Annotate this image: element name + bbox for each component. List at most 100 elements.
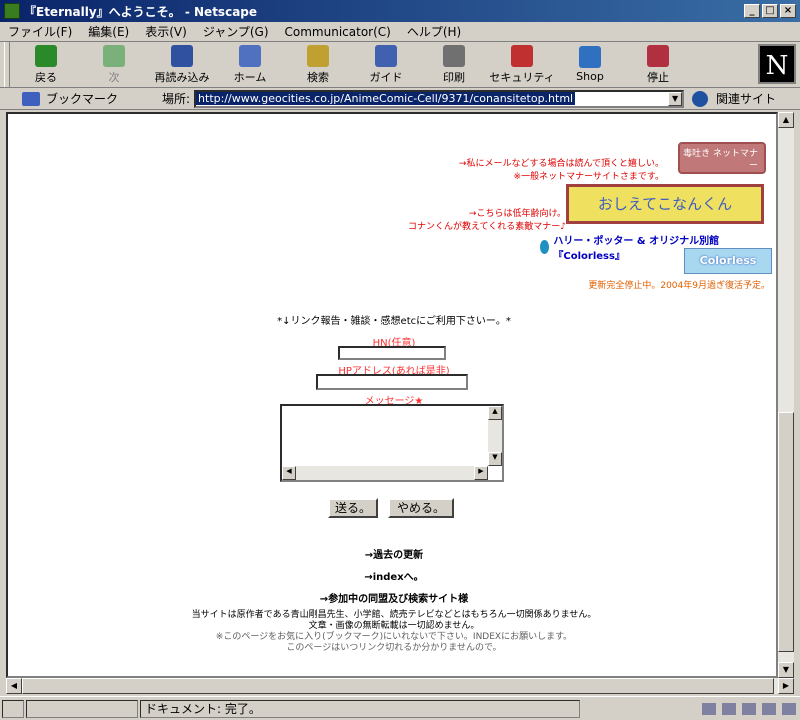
close-button[interactable]: × xyxy=(780,4,796,18)
disclaimer: 当サイトは原作者である青山剛昌先生、小学館、読売テレビなどとはもちろん一切関係あ… xyxy=(8,610,776,654)
index-link[interactable]: →indexへ。 xyxy=(8,568,776,583)
title-bar: 『Eternally』へようこそ。 - Netscape _ □ × xyxy=(0,0,800,22)
window-title: 『Eternally』へようこそ。 - Netscape xyxy=(24,4,258,19)
alliance-link[interactable]: →参加中の同盟及び検索サイト様 xyxy=(8,590,776,605)
oshiete-conan-banner[interactable]: おしえてこなんくん xyxy=(566,184,764,224)
url-dropdown-arrow-icon[interactable]: ▼ xyxy=(668,91,683,106)
menu-bar: ファイル(F) 編集(E) 表示(V) ジャンプ(G) Communicator… xyxy=(0,22,800,42)
print-icon xyxy=(443,44,465,67)
scroll-up-icon[interactable]: ▲ xyxy=(778,112,794,128)
hn-input[interactable] xyxy=(338,346,446,360)
location-bar: ブックマーク 場所: http://www.geocities.co.jp/An… xyxy=(0,88,800,110)
vertical-scroll-thumb[interactable] xyxy=(778,412,794,652)
bookmarks-button[interactable]: ブックマーク xyxy=(22,90,162,107)
security-lock-icon[interactable] xyxy=(2,699,24,718)
toolbar-grip[interactable] xyxy=(4,42,10,87)
status-bar: ドキュメント: 完了。 xyxy=(0,696,800,720)
guide-button[interactable]: ガイド xyxy=(352,42,420,87)
message-textarea[interactable]: ▲ ▼ ◀ ▶ xyxy=(280,404,504,482)
status-text: ドキュメント: 完了。 xyxy=(140,699,580,718)
scroll-left-icon[interactable]: ◀ xyxy=(6,678,22,694)
print-label: 印刷 xyxy=(443,70,465,84)
form-intro: *↓リンク報告・雑談・感想etcにご利用下さいー。* xyxy=(277,316,511,327)
disclaimer-line4: このページはいつリンク切れるか分かりませんので。 xyxy=(286,643,502,653)
print-button[interactable]: 印刷 xyxy=(420,42,488,87)
disclaimer-line3: ※このページをお気に入り(ブックマーク)にいれないで下さい。INDEXにお願いし… xyxy=(215,632,573,642)
colorless-banner[interactable]: Colorless xyxy=(684,248,772,274)
forward-button[interactable]: 次 xyxy=(80,42,148,87)
disclaimer-line2: 文章・画像の無断転載は一切認めません。 xyxy=(308,621,480,631)
textarea-scroll-up-icon[interactable]: ▲ xyxy=(488,406,502,420)
send-button[interactable]: 送る。 xyxy=(328,498,378,518)
url-input[interactable]: http://www.geocities.co.jp/AnimeComic-Ce… xyxy=(194,89,685,108)
security-label: セキュリティ xyxy=(489,70,555,84)
mail-note-line1: →私にメールなどする場合は読んで頂くと嬉しい。 xyxy=(458,159,664,169)
navigator-icon[interactable] xyxy=(702,702,716,715)
menu-edit[interactable]: 編集(E) xyxy=(80,23,137,40)
drop-icon xyxy=(540,240,550,254)
past-updates-link[interactable]: →過去の更新 xyxy=(8,546,776,561)
menu-file[interactable]: ファイル(F) xyxy=(0,23,80,40)
textarea-scroll-left-icon[interactable]: ◀ xyxy=(282,466,296,480)
location-label: 場所: xyxy=(162,92,191,106)
child-manner-line1: →こちらは低年齢向け。 xyxy=(468,209,566,219)
reload-button[interactable]: 再読み込み xyxy=(148,42,216,87)
back-icon xyxy=(35,44,57,67)
maximize-button[interactable]: □ xyxy=(762,4,778,18)
guide-icon xyxy=(375,44,397,67)
stop-button[interactable]: 停止 xyxy=(624,42,692,87)
back-label: 戻る xyxy=(35,70,57,84)
related-sites-button[interactable]: 関連サイト xyxy=(692,90,776,107)
component-bar xyxy=(702,702,796,715)
composer-icon[interactable] xyxy=(762,702,776,715)
shop-label: Shop xyxy=(576,70,604,83)
reload-label: 再読み込み xyxy=(154,70,210,84)
menu-help[interactable]: ヘルプ(H) xyxy=(399,23,469,40)
connection-icon xyxy=(26,699,138,718)
netmanner-banner[interactable]: 毒吐き ネットマナー xyxy=(678,142,766,174)
horizontal-scroll-thumb[interactable] xyxy=(22,678,774,694)
forward-icon xyxy=(103,44,125,67)
cancel-button[interactable]: やめる。 xyxy=(388,498,454,518)
textarea-hscroll[interactable]: ◀ ▶ xyxy=(282,466,488,480)
bookmark-icon xyxy=(22,91,40,106)
related-sites-icon xyxy=(692,90,709,107)
child-manner-line2: コナンくんが教えてくれる素敵マナー♪ xyxy=(407,222,566,232)
minimize-button[interactable]: _ xyxy=(744,4,760,18)
textarea-scroll-down-icon[interactable]: ▼ xyxy=(488,452,502,466)
stop-label: 停止 xyxy=(647,70,669,84)
textarea-vscroll[interactable]: ▲ ▼ xyxy=(488,406,502,466)
scroll-down-icon[interactable]: ▼ xyxy=(778,662,794,678)
page-viewport: →私にメールなどする場合は読んで頂くと嬉しい。 ※一般ネットマナーサイトさまです… xyxy=(6,112,778,678)
lock-icon xyxy=(511,44,533,67)
home-button[interactable]: ホーム xyxy=(216,42,284,87)
security-button[interactable]: セキュリティ xyxy=(488,42,556,87)
menu-go[interactable]: ジャンプ(G) xyxy=(195,23,277,40)
menu-communicator[interactable]: Communicator(C) xyxy=(277,25,399,39)
newsgroup-icon[interactable] xyxy=(742,702,756,715)
scroll-right-icon[interactable]: ▶ xyxy=(778,678,794,694)
netscape-logo[interactable]: N xyxy=(758,44,796,84)
horizontal-scrollbar[interactable]: ◀ ▶ xyxy=(6,678,794,694)
disclaimer-line1: 当サイトは原作者である青山剛昌先生、小学館、読売テレビなどとはもちろん一切関係あ… xyxy=(191,610,597,620)
mail-icon[interactable] xyxy=(722,702,736,715)
back-button[interactable]: 戻る xyxy=(12,42,80,87)
home-icon xyxy=(239,44,261,67)
vertical-scrollbar[interactable]: ▲ ▼ xyxy=(778,112,794,678)
search-button[interactable]: 検索 xyxy=(284,42,352,87)
update-stop-note: 更新完全停止中。2004年9月過ぎ復活予定。 xyxy=(588,281,770,291)
shop-button[interactable]: Shop xyxy=(556,42,624,87)
menu-view[interactable]: 表示(V) xyxy=(137,23,195,40)
bookmarks-label: ブックマーク xyxy=(46,92,119,106)
mail-note-line2: ※一般ネットマナーサイトさまです。 xyxy=(513,172,664,182)
textarea-scroll-right-icon[interactable]: ▶ xyxy=(474,466,488,480)
shop-icon xyxy=(579,46,601,68)
navigation-toolbar: 戻る 次 再読み込み ホーム 検索 ガイド 印刷 セキュリティ Shop 停止 … xyxy=(0,42,800,88)
hp-address-input[interactable] xyxy=(316,374,468,390)
search-icon xyxy=(307,44,329,67)
related-sites-label: 関連サイト xyxy=(716,92,777,106)
search-label: 検索 xyxy=(307,70,329,84)
url-text: http://www.geocities.co.jp/AnimeComic-Ce… xyxy=(196,92,576,105)
taskbar-icon[interactable] xyxy=(782,702,796,715)
forward-label: 次 xyxy=(108,70,120,84)
